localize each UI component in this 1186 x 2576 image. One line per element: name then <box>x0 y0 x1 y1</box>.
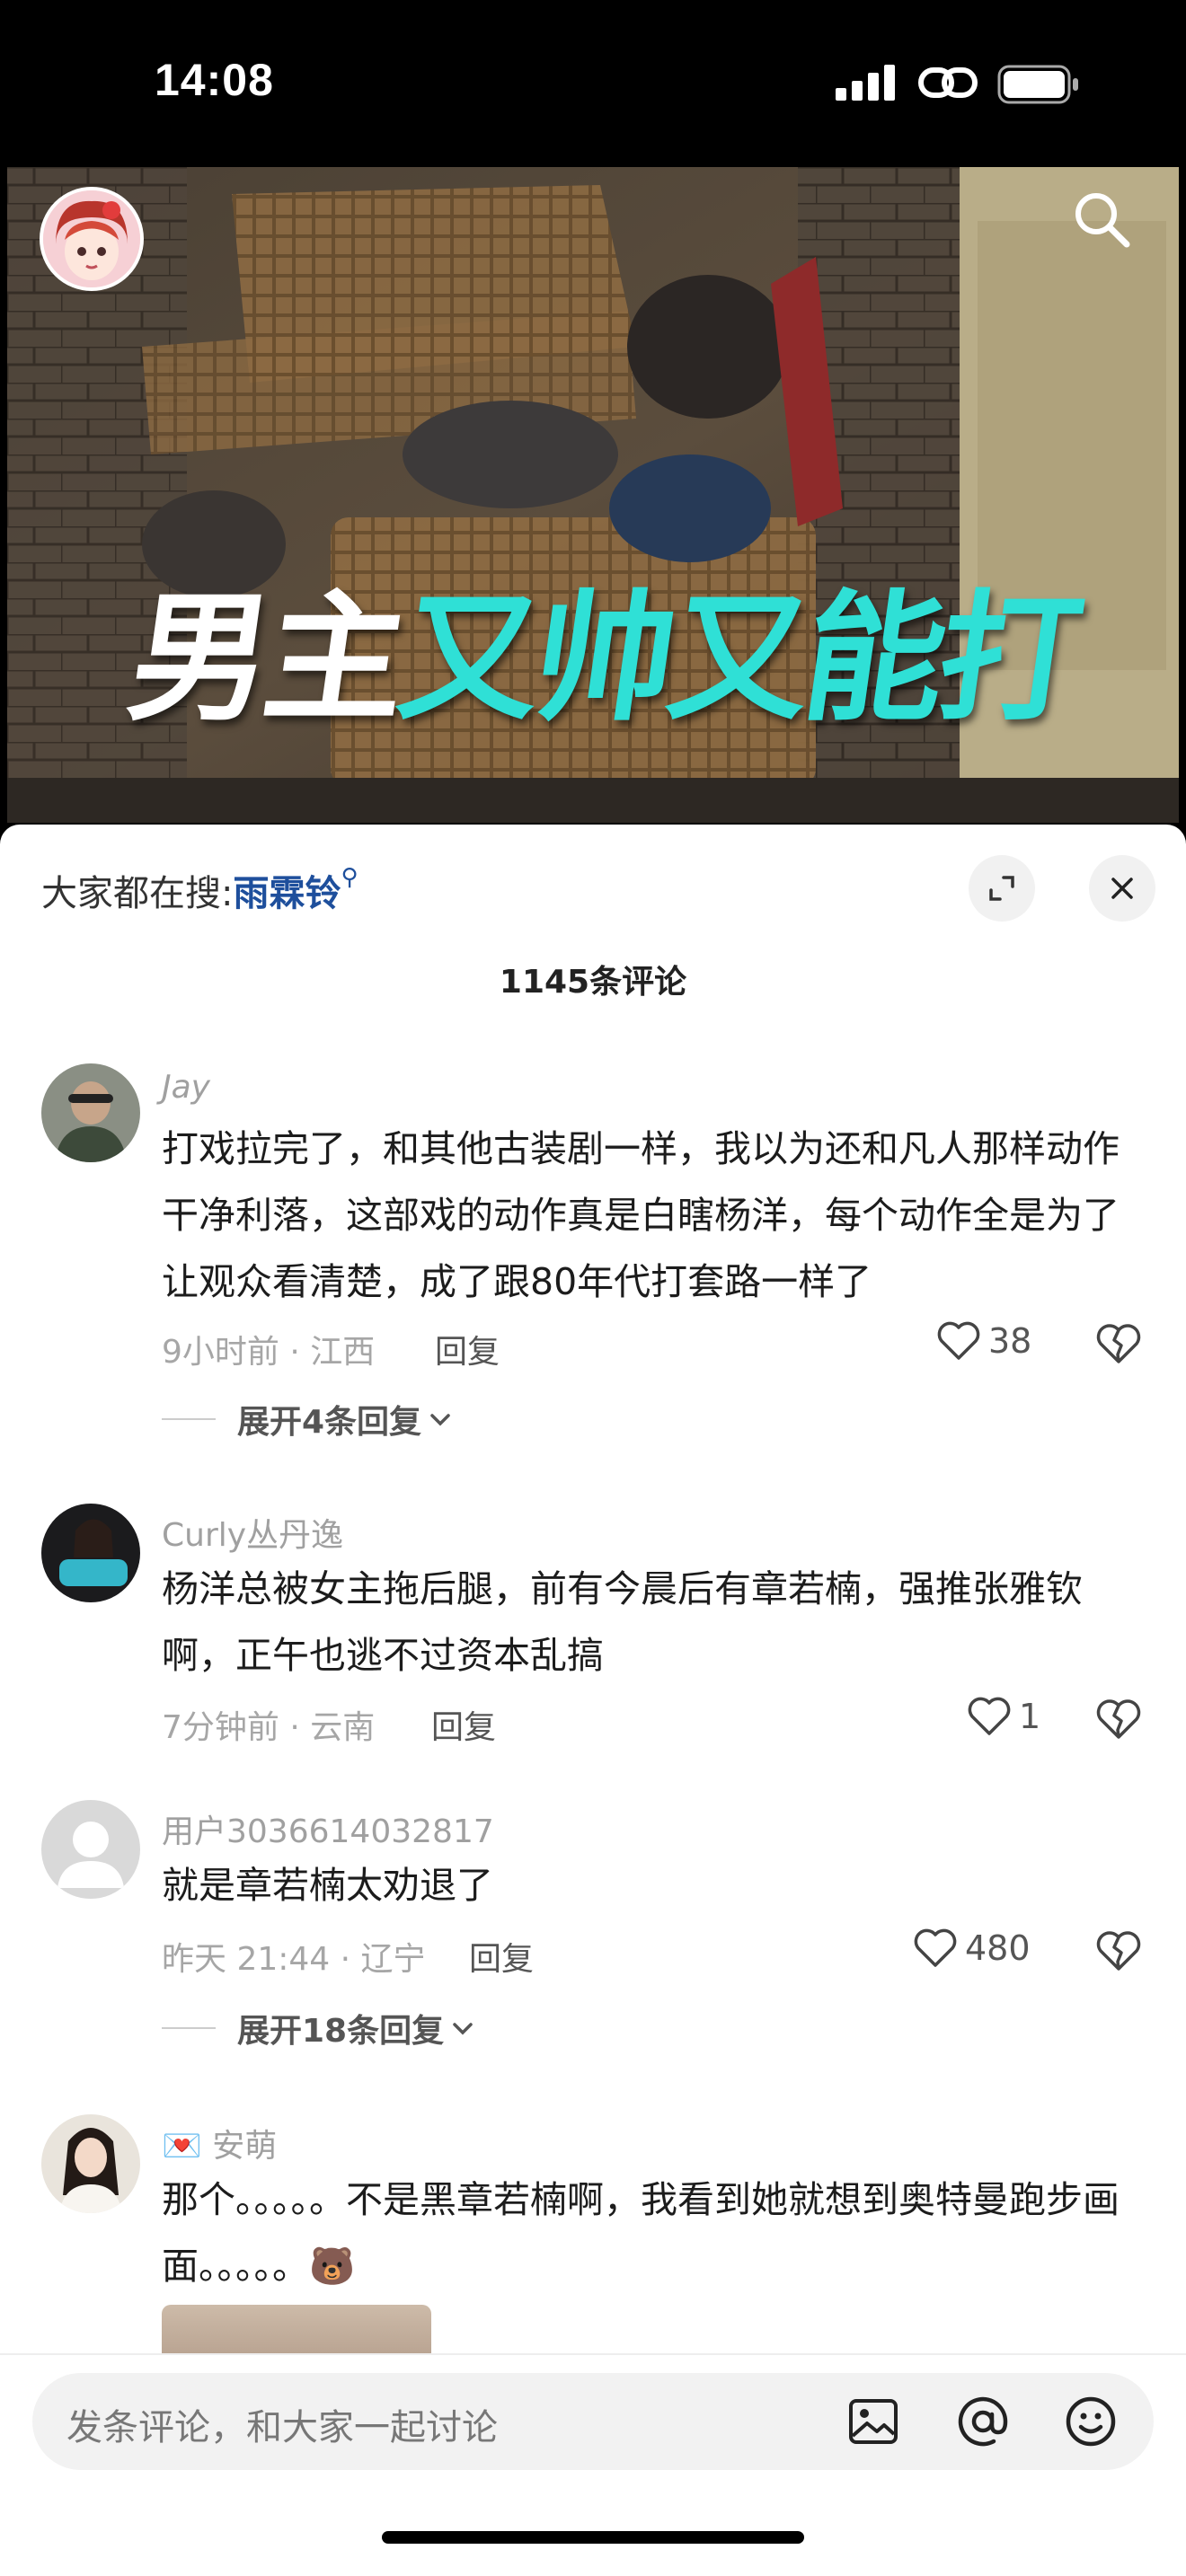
cellular-signal-icon <box>836 65 895 101</box>
video-player[interactable]: 男主又帅又能打 <box>7 167 1179 823</box>
comment-username[interactable]: 用户3036614032817 <box>162 1805 494 1852</box>
avatar-photo <box>41 1504 140 1602</box>
battery-icon <box>997 65 1078 104</box>
user-avatar[interactable] <box>41 1800 140 1899</box>
comment-image-thumbnail[interactable] <box>162 2305 431 2359</box>
image-icon[interactable] <box>841 2389 906 2454</box>
hot-search-banner[interactable]: 大家都在搜:雨霖铃⚲ <box>41 864 358 916</box>
like-count: 1 <box>1019 1697 1041 1736</box>
comment-username-text: 安萌 <box>212 2128 278 2165</box>
like-button[interactable]: 38 <box>936 1320 1031 1362</box>
user-avatar[interactable] <box>41 1063 140 1162</box>
user-badge: 💌 <box>162 2128 202 2165</box>
divider-line <box>162 2027 216 2029</box>
chevron-down-icon <box>430 1414 450 1426</box>
reply-button[interactable]: 回复 <box>469 1933 534 1980</box>
heart-icon <box>937 1321 980 1360</box>
user-avatar[interactable] <box>41 2114 140 2213</box>
like-count: 38 <box>988 1321 1032 1361</box>
comment-username[interactable]: 💌 安萌 <box>162 2120 277 2166</box>
creator-avatar-illustration <box>43 190 140 287</box>
reply-button[interactable]: 回复 <box>435 1326 500 1372</box>
expand-icon <box>989 876 1014 901</box>
video-caption: 男主又帅又能打 <box>119 544 1091 747</box>
fullscreen-button[interactable] <box>969 855 1035 922</box>
comment-text: 杨洋总被女主拖后腿，前有今晨后有章若楠，强推张雅钦啊，正午也逃不过资本乱搞 <box>162 1567 1083 1677</box>
avatar-photo <box>41 2114 140 2213</box>
comment-text: 打戏拉完了，和其他古装剧一样，我以为还和凡人那样动作干净利落，这部戏的动作真是白… <box>162 1127 1120 1303</box>
comment-count-title: 1145条评论 <box>499 964 687 1001</box>
status-bar: 14:08 <box>0 0 1186 167</box>
comment-input-placeholder: 发条评论，和大家一起讨论 <box>66 2407 498 2448</box>
avatar-photo <box>41 1063 140 1162</box>
like-count: 480 <box>965 1928 1031 1968</box>
comment-input-bar: 发条评论，和大家一起讨论 <box>0 2353 1186 2576</box>
mention-icon[interactable] <box>951 2389 1015 2454</box>
comment-username[interactable]: Jay <box>162 1069 210 1106</box>
comment-time-location: 9小时前 · 江西 <box>162 1334 376 1371</box>
default-avatar-icon <box>41 1800 140 1899</box>
dislike-broken-heart-icon[interactable] <box>1094 1698 1143 1741</box>
creator-avatar[interactable] <box>40 187 144 291</box>
comment-time-location: 昨天 21:44 · 辽宁 <box>162 1941 426 1978</box>
chevron-down-icon <box>453 2023 473 2035</box>
hot-search-magnifier-icon: ⚲ <box>341 864 358 891</box>
comment-time-location: 7分钟前 · 云南 <box>162 1709 376 1746</box>
comment-text: 就是章若楠太劝退了 <box>162 1864 493 1907</box>
like-button[interactable]: 1 <box>967 1696 1040 1737</box>
user-avatar[interactable] <box>41 1504 140 1602</box>
status-time: 14:08 <box>155 55 274 105</box>
like-button[interactable]: 480 <box>913 1928 1031 1969</box>
close-icon <box>1111 878 1133 899</box>
comment-input[interactable]: 发条评论，和大家一起讨论 <box>32 2373 1154 2470</box>
expand-replies-label: 展开18条回复 <box>237 2013 445 2050</box>
caption-cyan-text: 又帅又能打 <box>389 577 1086 740</box>
search-icon[interactable] <box>1069 187 1134 251</box>
divider-line <box>162 1418 216 1420</box>
close-button[interactable] <box>1089 855 1155 922</box>
comment-text: 那个。。。。。不是黑章若楠啊，我看到她就想到奥特曼跑步画面。。。。。🐻 <box>162 2178 1120 2288</box>
expand-replies[interactable]: 展开4条回复 <box>162 1396 454 1442</box>
hot-search-keyword[interactable]: 雨霖铃 <box>233 873 341 914</box>
caption-white-text: 男主 <box>119 577 412 740</box>
home-indicator[interactable] <box>382 2531 804 2544</box>
expand-replies-label: 展开4条回复 <box>237 1404 422 1441</box>
expand-replies[interactable]: 展开18条回复 <box>162 2005 476 2051</box>
heart-icon <box>914 1928 957 1967</box>
comment-username[interactable]: Curly丛丹逸 <box>162 1509 343 1556</box>
hot-search-prefix: 大家都在搜: <box>41 873 234 914</box>
dislike-broken-heart-icon[interactable] <box>1094 1929 1143 1972</box>
link-icon <box>918 67 978 98</box>
dislike-broken-heart-icon[interactable] <box>1094 1322 1143 1365</box>
emoji-icon[interactable] <box>1058 2389 1123 2454</box>
heart-icon <box>968 1697 1011 1735</box>
reply-button[interactable]: 回复 <box>431 1701 496 1748</box>
